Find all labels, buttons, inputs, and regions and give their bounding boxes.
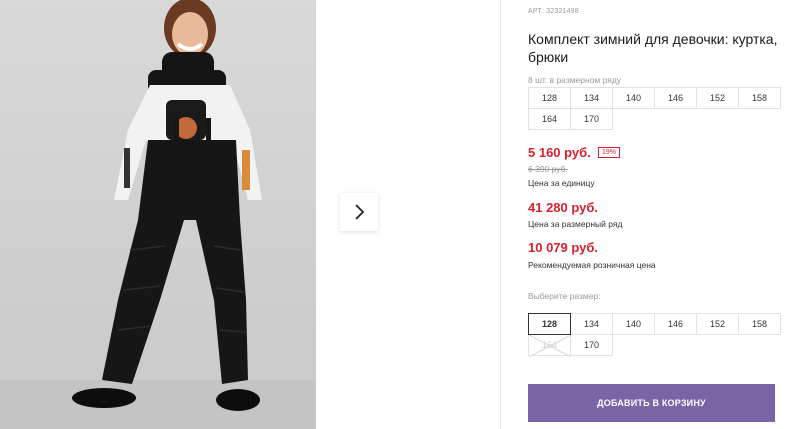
size-option[interactable]: 158 [738, 313, 781, 335]
size-option[interactable]: 170 [570, 334, 613, 356]
pack-size-grid: 128 134 140 146 152 158 164 170 [528, 87, 781, 130]
choose-size-label: Выберите размер: [528, 291, 601, 301]
pack-size-cell: 152 [696, 87, 739, 109]
article-number: АРТ: 32321498 [528, 8, 579, 15]
discount-badge: 19% [598, 147, 621, 158]
pack-size-cell: 134 [570, 87, 613, 109]
girl-illustration [0, 0, 316, 429]
add-to-cart-button[interactable]: ДОБАВИТЬ В КОРЗИНУ [528, 384, 775, 422]
rrp-label: Рекомендуемая розничная цена [528, 260, 656, 270]
product-title: Комплект зимний для девочки: куртка, брю… [528, 31, 778, 65]
pack-size-cell: 170 [570, 108, 613, 130]
unit-price: 5 160 руб. [528, 145, 591, 160]
row-price-label: Цена за размерный ряд [528, 219, 623, 229]
product-photo [0, 0, 316, 429]
pack-note: 8 шт. в размерном ряду [528, 75, 622, 85]
size-option[interactable]: 152 [696, 313, 739, 335]
pack-size-cell: 128 [528, 87, 571, 109]
next-image-button[interactable] [340, 193, 378, 231]
pack-size-cell: 164 [528, 108, 571, 130]
chevron-right-icon [355, 204, 365, 220]
size-option-unavailable: 164 [528, 334, 571, 357]
size-option-selected[interactable]: 128 [528, 313, 571, 335]
panel-divider [500, 0, 501, 429]
pack-size-cell: 146 [654, 87, 697, 109]
row-price: 41 280 руб. [528, 200, 599, 215]
old-price: 6 390 руб. [528, 164, 568, 174]
pack-size-cell: 158 [738, 87, 781, 109]
size-option[interactable]: 146 [654, 313, 697, 335]
unavailable-cross-icon [529, 335, 571, 357]
pack-size-cell: 140 [612, 87, 655, 109]
size-selector: 128 134 140 146 152 158 164 170 [528, 313, 781, 357]
rrp-price: 10 079 руб. [528, 240, 599, 255]
unit-price-label: Цена за единицу [528, 178, 595, 188]
size-option[interactable]: 140 [612, 313, 655, 335]
size-option[interactable]: 134 [570, 313, 613, 335]
